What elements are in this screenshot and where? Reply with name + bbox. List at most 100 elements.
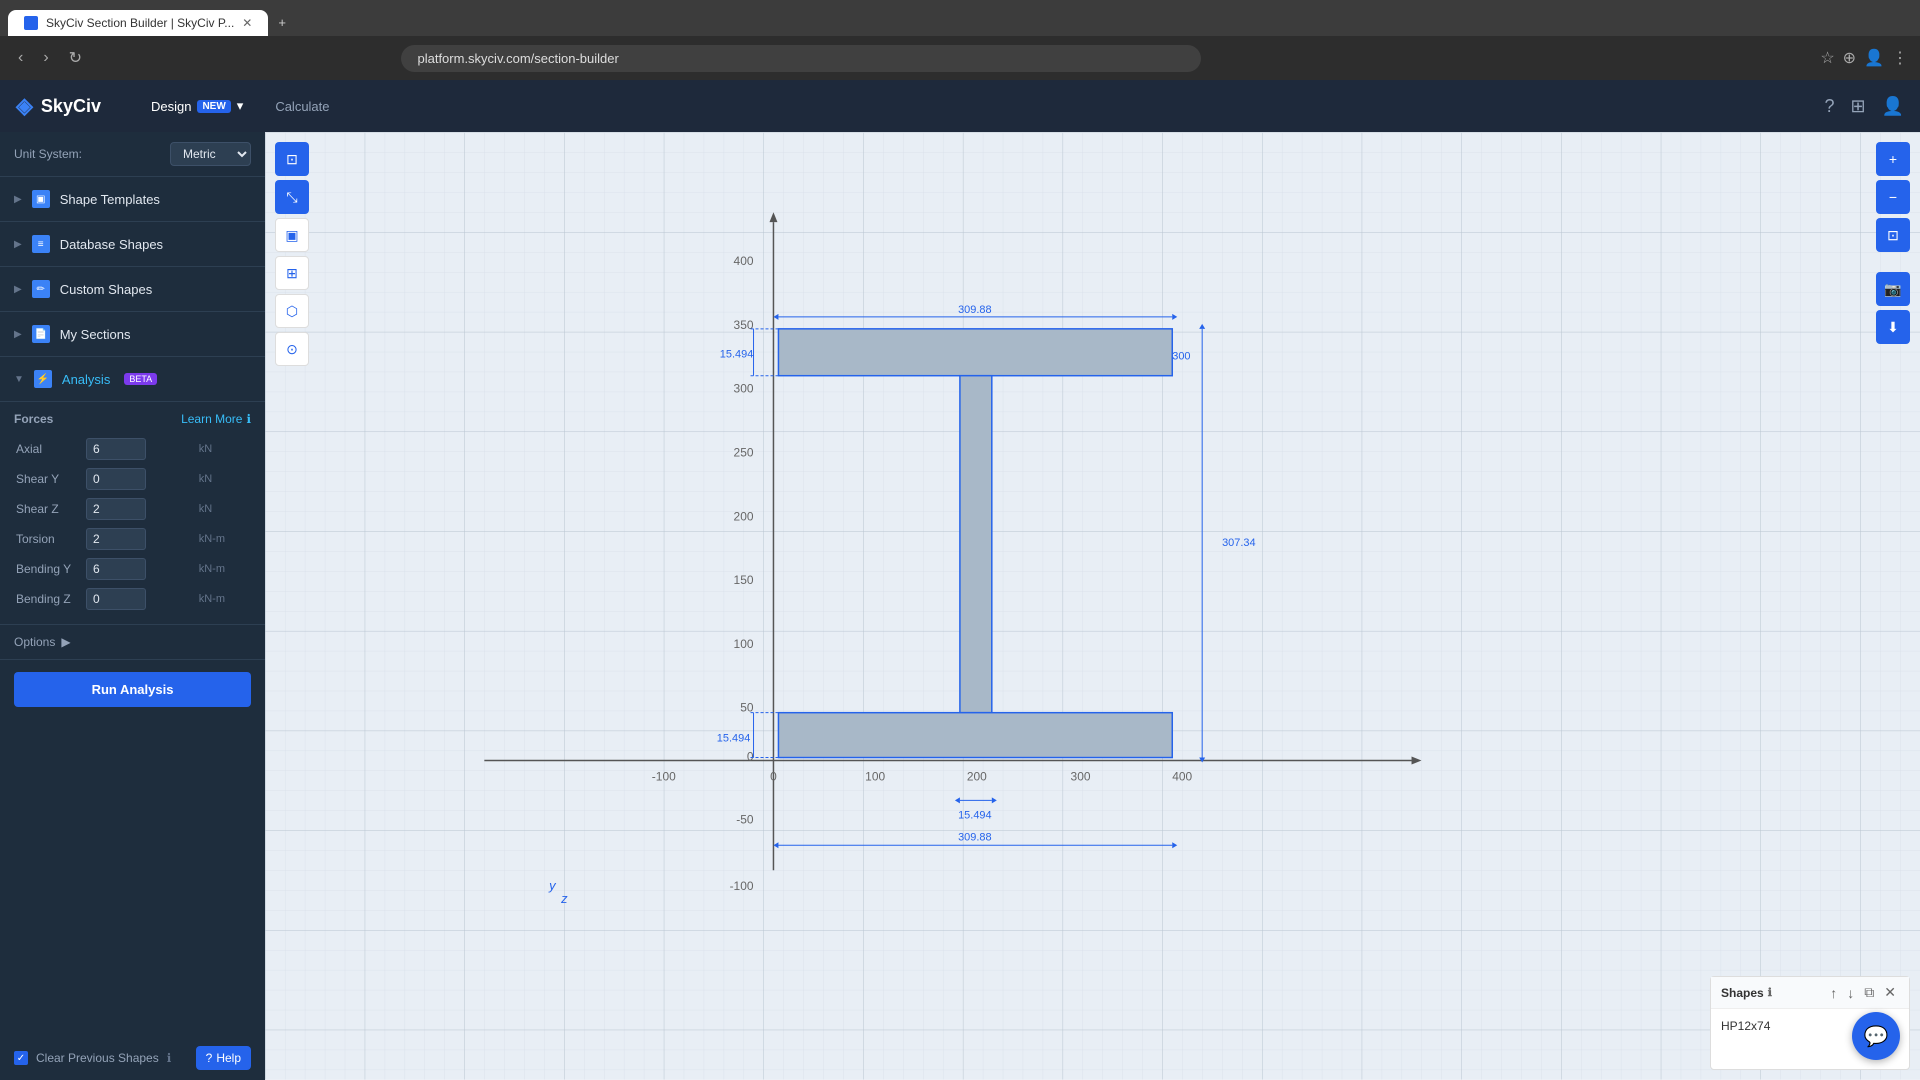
- svg-text:350: 350: [734, 318, 754, 332]
- polygon-button[interactable]: ⬡: [275, 294, 309, 328]
- bookmark-icon[interactable]: ☆: [1820, 48, 1834, 68]
- help-button[interactable]: ? Help: [196, 1046, 251, 1070]
- svg-text:307.34: 307.34: [1222, 537, 1256, 549]
- bending-y-input[interactable]: [86, 558, 146, 580]
- svg-text:15.494: 15.494: [958, 809, 992, 821]
- svg-text:z: z: [560, 891, 568, 906]
- svg-text:15.494: 15.494: [720, 349, 754, 361]
- force-row-shear-z: Shear Z kN: [14, 494, 251, 524]
- tab-close-button[interactable]: ✕: [242, 16, 252, 30]
- arrow-icon: ▼: [14, 374, 24, 385]
- menu-icon[interactable]: ⋮: [1892, 48, 1908, 68]
- grid-canvas: y z -100 0 100 200 300 400 400 350 300 2…: [265, 132, 1920, 1080]
- unit-label: Unit System:: [14, 147, 82, 161]
- help-label: Help: [216, 1051, 241, 1065]
- browser-tabs: SkyCiv Section Builder | SkyCiv P... ✕ +: [8, 0, 296, 36]
- new-tab-button[interactable]: +: [268, 9, 296, 36]
- apps-icon[interactable]: ⊞: [1850, 96, 1865, 117]
- sidebar-item-custom-shapes[interactable]: ▶ ✏ Custom Shapes: [0, 267, 265, 312]
- svg-text:-100: -100: [652, 769, 676, 783]
- logo-text: SkyCiv: [41, 96, 101, 117]
- download-button[interactable]: ⬇: [1876, 310, 1910, 344]
- svg-text:309.88: 309.88: [958, 831, 992, 843]
- active-tab[interactable]: SkyCiv Section Builder | SkyCiv P... ✕: [8, 10, 268, 36]
- sidebar: Unit System: Metric Imperial ▶ ▣ Shape T…: [0, 132, 265, 1080]
- svg-text:0: 0: [747, 750, 754, 764]
- address-right-icons: ☆ ⊕ 👤 ⋮: [1820, 48, 1908, 68]
- custom-shapes-icon: ✏: [32, 280, 50, 298]
- header-right: ? ⊞ 👤: [1824, 96, 1904, 117]
- main-content: Unit System: Metric Imperial ▶ ▣ Shape T…: [0, 132, 1920, 1080]
- svg-text:300: 300: [734, 382, 754, 396]
- options-row[interactable]: Options ▶: [0, 625, 265, 660]
- svg-text:15.494: 15.494: [717, 733, 751, 745]
- screenshot-button[interactable]: 📷: [1876, 272, 1910, 306]
- sidebar-item-my-sections[interactable]: ▶ 📄 My Sections: [0, 312, 265, 357]
- torsion-input[interactable]: [86, 528, 146, 550]
- bending-z-input[interactable]: [86, 588, 146, 610]
- address-bar-row: ‹ › ↻ ☆ ⊕ 👤 ⋮: [0, 36, 1920, 80]
- sidebar-item-database-shapes[interactable]: ▶ ≡ Database Shapes: [0, 222, 265, 267]
- zoom-out-button[interactable]: −: [1876, 180, 1910, 214]
- shapes-copy-button[interactable]: ⧉: [1861, 983, 1877, 1002]
- nav-calculate[interactable]: Calculate: [261, 92, 343, 120]
- bottom-row: ✓ Clear Previous Shapes ℹ ? Help: [0, 1036, 265, 1080]
- fit-view-button[interactable]: ⊡: [1876, 218, 1910, 252]
- shapes-move-up-button[interactable]: ↑: [1827, 983, 1840, 1002]
- nav-design[interactable]: Design NEW ▾: [137, 92, 257, 120]
- torsion-label: Torsion: [14, 524, 84, 554]
- shapes-panel-actions: ↑ ↓ ⧉ ✕: [1827, 983, 1899, 1002]
- torsion-unit: kN-m: [193, 524, 251, 554]
- svg-text:-50: -50: [736, 812, 754, 826]
- point-button[interactable]: ⊙: [275, 332, 309, 366]
- bending-y-label: Bending Y: [14, 554, 84, 584]
- unit-row: Unit System: Metric Imperial: [0, 132, 265, 177]
- learn-more-link[interactable]: Learn More ℹ: [181, 412, 251, 426]
- shapes-move-down-button[interactable]: ↓: [1844, 983, 1857, 1002]
- svg-text:0: 0: [770, 769, 777, 783]
- shear-z-input[interactable]: [86, 498, 146, 520]
- expand-button[interactable]: ⤡: [275, 180, 309, 214]
- chat-button[interactable]: 💬: [1852, 1012, 1900, 1060]
- help-icon[interactable]: ?: [1824, 96, 1834, 117]
- design-label: Design: [151, 99, 191, 114]
- shear-y-unit: kN: [193, 464, 251, 494]
- shapes-panel-title: Shapes ℹ: [1721, 986, 1772, 1000]
- arrow-icon: ▶: [14, 329, 22, 340]
- force-row-shear-y: Shear Y kN: [14, 464, 251, 494]
- shear-y-input[interactable]: [86, 468, 146, 490]
- axial-input[interactable]: [86, 438, 146, 460]
- analysis-icon: ⚡: [34, 370, 52, 388]
- account-icon[interactable]: 👤: [1882, 96, 1904, 117]
- zoom-fit-button[interactable]: ⊡: [275, 142, 309, 176]
- zoom-in-button[interactable]: +: [1876, 142, 1910, 176]
- forces-table: Axial kN Shear Y kN Shear Z kN: [14, 434, 251, 614]
- unit-select[interactable]: Metric Imperial: [170, 142, 251, 166]
- svg-text:100: 100: [734, 637, 754, 651]
- left-toolbar: ⊡ ⤡ ▣ ⊞ ⬡ ⊙: [275, 142, 309, 366]
- clear-shapes-checkbox[interactable]: ✓: [14, 1051, 28, 1065]
- select-button[interactable]: ▣: [275, 218, 309, 252]
- clear-shapes-label: Clear Previous Shapes: [36, 1051, 159, 1065]
- arrow-icon: ▶: [14, 194, 22, 205]
- address-input[interactable]: [401, 45, 1201, 72]
- profile-icon[interactable]: 👤: [1864, 48, 1884, 68]
- run-analysis-button[interactable]: Run Analysis: [14, 672, 251, 707]
- learn-more-icon: ℹ: [246, 412, 251, 426]
- forward-button[interactable]: ›: [37, 45, 54, 71]
- measure-button[interactable]: ⊞: [275, 256, 309, 290]
- shapes-title-text: Shapes: [1721, 986, 1764, 1000]
- shapes-delete-button[interactable]: ✕: [1881, 983, 1899, 1002]
- header-nav: Design NEW ▾ Calculate: [137, 92, 344, 120]
- sidebar-item-shape-templates[interactable]: ▶ ▣ Shape Templates: [0, 177, 265, 222]
- svg-text:300: 300: [1071, 769, 1091, 783]
- arrow-icon: ▶: [14, 284, 22, 295]
- svg-text:400: 400: [734, 254, 754, 268]
- tab-favicon: [24, 16, 38, 30]
- sidebar-item-analysis[interactable]: ▼ ⚡ Analysis BETA: [0, 357, 265, 402]
- refresh-button[interactable]: ↻: [63, 44, 88, 72]
- database-shapes-label: Database Shapes: [60, 237, 163, 252]
- extensions-icon[interactable]: ⊕: [1843, 48, 1856, 68]
- app: ◈ SkyCiv Design NEW ▾ Calculate ? ⊞ 👤 Un…: [0, 80, 1920, 1080]
- back-button[interactable]: ‹: [12, 45, 29, 71]
